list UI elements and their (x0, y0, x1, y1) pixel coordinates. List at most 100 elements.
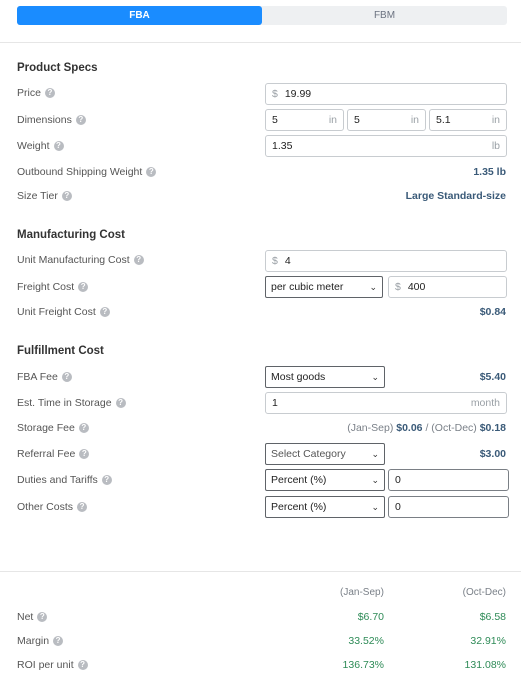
currency-symbol: $ (272, 88, 278, 100)
referral-fee-label: Referral Fee? (17, 448, 90, 460)
dimension-height-value: 5.1 (436, 114, 451, 126)
weight-unit: lb (491, 140, 500, 152)
dimension-width-value: 5 (354, 114, 360, 126)
summary-label-margin: Margin? (17, 635, 64, 647)
other-costs-type-selected: Percent (%) (271, 501, 327, 513)
duties-label: Duties and Tariffs? (17, 474, 112, 486)
help-icon[interactable]: ? (115, 398, 126, 408)
freight-cost-label: Freight Cost? (17, 281, 89, 293)
storage-fee-oct-dec: $0.18 (479, 422, 506, 434)
other-costs-label: Other Costs? (17, 501, 88, 513)
summary-column-jan-sep: (Jan-Sep) (340, 587, 384, 598)
freight-cost-value: 400 (407, 281, 426, 293)
price-input[interactable]: $ 19.99 (265, 83, 507, 105)
help-icon[interactable]: ? (133, 255, 144, 265)
freight-basis-value: per cubic meter (271, 281, 344, 293)
help-icon[interactable]: ? (101, 475, 112, 485)
section-title-product-specs: Product Specs (17, 62, 98, 74)
margin-jan-sep: 33.52% (348, 635, 384, 647)
dimension-height-input[interactable]: 5.1 in (429, 109, 507, 131)
freight-cost-input[interactable]: $ 400 (388, 276, 507, 298)
chevron-down-icon: ⌄ (371, 474, 379, 485)
roi-jan-sep: 136.73% (342, 659, 384, 671)
fulfillment-tabs: FBA FBM (17, 6, 507, 25)
currency-symbol: $ (272, 255, 278, 267)
size-tier-label: Size Tier? (17, 190, 72, 202)
section-title-manufacturing-cost: Manufacturing Cost (17, 229, 125, 241)
fba-fee-select[interactable]: Most goods ⌄ (265, 366, 385, 388)
other-costs-value: 0 (395, 501, 401, 513)
storage-time-unit: month (470, 397, 500, 409)
margin-oct-dec: 32.91% (470, 635, 506, 647)
size-tier-value: Large Standard-size (405, 190, 506, 202)
summary-label-net: Net? (17, 611, 48, 623)
dimensions-label: Dimensions? (17, 114, 86, 126)
help-icon[interactable]: ? (61, 191, 72, 201)
weight-label: Weight? (17, 140, 64, 152)
divider (0, 42, 521, 43)
other-costs-input[interactable]: 0 (388, 496, 509, 518)
dimension-width-input[interactable]: 5 in (347, 109, 426, 131)
unit-freight-cost-label: Unit Freight Cost? (17, 306, 110, 318)
divider (0, 571, 521, 572)
chevron-down-icon: ⌄ (371, 501, 379, 512)
help-icon[interactable]: ? (77, 660, 88, 670)
referral-category-selected: Select Category (271, 448, 346, 460)
roi-oct-dec: 131.08% (464, 659, 506, 671)
summary-label-roi: ROI per unit? (17, 659, 88, 671)
dimension-unit: in (410, 114, 419, 126)
duties-type-selected: Percent (%) (271, 474, 327, 486)
help-icon[interactable]: ? (77, 502, 88, 512)
storage-fee-value: (Jan-Sep) $0.06 / (Oct-Dec) $0.18 (347, 422, 506, 434)
help-icon[interactable]: ? (61, 372, 72, 382)
help-icon[interactable]: ? (44, 88, 55, 98)
outbound-shipping-weight-value: 1.35 lb (473, 166, 506, 178)
fba-fee-value: $5.40 (479, 371, 506, 383)
weight-input[interactable]: 1.35 lb (265, 135, 507, 157)
help-icon[interactable]: ? (78, 423, 89, 433)
storage-period-oct-dec: (Oct-Dec) (431, 422, 477, 434)
duties-type-select[interactable]: Percent (%) ⌄ (265, 469, 385, 491)
storage-time-input[interactable]: 1 month (265, 392, 507, 414)
tab-fbm[interactable]: FBM (262, 6, 507, 25)
weight-value: 1.35 (272, 140, 293, 152)
unit-manufacturing-cost-value: 4 (284, 255, 291, 267)
storage-period-jan-sep: (Jan-Sep) (347, 422, 394, 434)
dimension-unit: in (491, 114, 500, 126)
price-label: Price? (17, 87, 55, 99)
tab-fba[interactable]: FBA (17, 6, 262, 25)
storage-time-value: 1 (272, 397, 278, 409)
help-icon[interactable]: ? (53, 141, 64, 151)
other-costs-type-select[interactable]: Percent (%) ⌄ (265, 496, 385, 518)
help-icon[interactable]: ? (79, 449, 90, 459)
fba-fee-label: FBA Fee? (17, 371, 72, 383)
unit-manufacturing-cost-label: Unit Manufacturing Cost? (17, 254, 144, 266)
price-value: 19.99 (284, 88, 312, 100)
help-icon[interactable]: ? (53, 636, 64, 646)
duties-input[interactable]: 0 (388, 469, 509, 491)
outbound-shipping-weight-label: Outbound Shipping Weight? (17, 166, 157, 178)
currency-symbol: $ (395, 281, 401, 293)
chevron-down-icon: ⌄ (371, 448, 379, 459)
summary-column-oct-dec: (Oct-Dec) (462, 587, 506, 598)
net-jan-sep: $6.70 (357, 611, 384, 623)
help-icon[interactable]: ? (75, 115, 86, 125)
fba-fee-selected: Most goods (271, 371, 326, 383)
help-icon[interactable]: ? (37, 612, 48, 622)
dimension-length-input[interactable]: 5 in (265, 109, 344, 131)
chevron-down-icon: ⌄ (371, 371, 379, 382)
help-icon[interactable]: ? (146, 167, 157, 177)
chevron-down-icon: ⌄ (369, 281, 377, 292)
storage-time-label: Est. Time in Storage? (17, 397, 126, 409)
freight-basis-select[interactable]: per cubic meter ⌄ (265, 276, 383, 298)
unit-freight-cost-value: $0.84 (479, 306, 506, 318)
referral-category-select[interactable]: Select Category ⌄ (265, 443, 385, 465)
help-icon[interactable]: ? (99, 307, 110, 317)
storage-separator: / (425, 422, 429, 434)
help-icon[interactable]: ? (78, 282, 89, 292)
storage-fee-jan-sep: $0.06 (396, 422, 423, 434)
storage-fee-label: Storage Fee? (17, 422, 89, 434)
dimension-length-value: 5 (272, 114, 278, 126)
duties-value: 0 (395, 474, 401, 486)
unit-manufacturing-cost-input[interactable]: $ 4 (265, 250, 507, 272)
